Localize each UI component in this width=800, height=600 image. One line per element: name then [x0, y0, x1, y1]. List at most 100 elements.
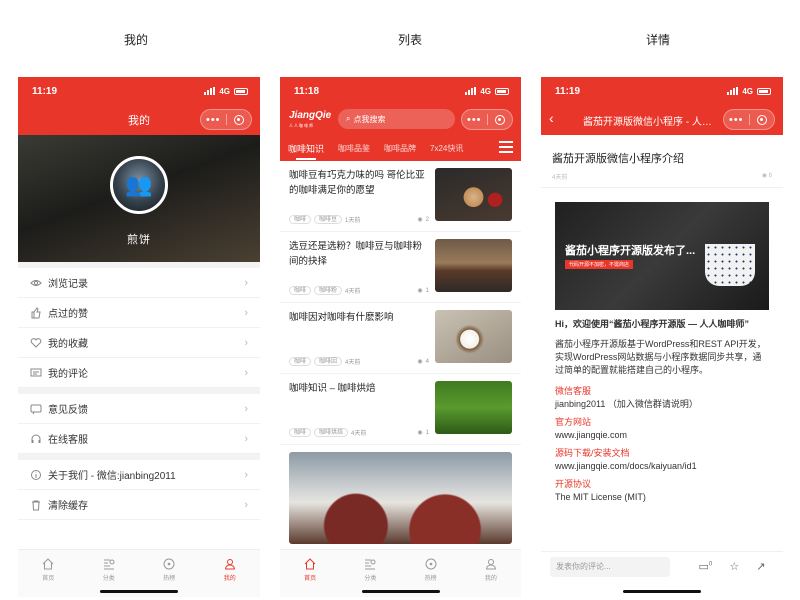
menu-support[interactable]: 在线客服 ›	[18, 424, 260, 454]
network-label: 4G	[742, 86, 753, 96]
profile-header: 👥 煎饼	[18, 135, 260, 262]
battery-icon	[757, 87, 771, 95]
more-icon[interactable]: •••	[724, 114, 749, 125]
list-item[interactable]: 咖啡知识 – 咖啡烘焙 咖啡 咖啡烘焙 4天前 ◉ 1	[280, 374, 521, 445]
menu-comments[interactable]: 我的评论 ›	[18, 358, 260, 388]
headset-icon	[30, 433, 42, 445]
user-icon	[224, 559, 235, 570]
home-icon	[42, 558, 54, 570]
miniprogram-capsule[interactable]: •••	[723, 109, 775, 130]
menu-feedback[interactable]: 意见反馈 ›	[18, 394, 260, 424]
thumbnail-image	[435, 381, 512, 434]
nav-bar: 我的 •••	[18, 105, 260, 135]
profile-menu: 浏览记录 › 点过的赞 › 我的收藏 › 我的评论 ›	[18, 268, 260, 388]
views-icon: ◉	[761, 173, 769, 179]
star-icon[interactable]: ☆	[729, 560, 739, 573]
phone-profile: 11:19 4G 我的 ••• 👥 煎饼 浏览记录 › 点过的赞 › 我的收藏 › 我…	[18, 77, 260, 597]
status-time: 11:19	[32, 85, 58, 97]
user-icon	[485, 559, 496, 570]
thumbnail-image	[435, 310, 512, 363]
caption-profile: 我的	[123, 33, 148, 47]
chevron-right-icon: ›	[244, 306, 248, 319]
hot-icon	[425, 558, 437, 570]
tab-home[interactable]: 首页	[280, 550, 340, 597]
status-bar: 11:19 4G	[18, 77, 260, 105]
comment-count-button[interactable]: ▭0	[699, 560, 713, 573]
article-content: Hi，欢迎使用“酱茄小程序开源版 — 人人咖啡师” 酱茄小程序开源版基于Word…	[555, 319, 766, 502]
home-indicator	[362, 590, 440, 593]
menu-likes[interactable]: 点过的赞 ›	[18, 298, 260, 328]
menu-icon[interactable]	[499, 141, 513, 153]
caption-detail: 详情	[645, 33, 670, 47]
views-icon: ◉	[417, 430, 423, 436]
caption-list: 列表	[397, 33, 422, 47]
share-icon[interactable]: ↗	[756, 560, 765, 573]
comment-icon: ▭	[698, 561, 709, 573]
category-tab[interactable]: 咖啡品鉴	[338, 143, 370, 154]
close-miniprogram-icon[interactable]	[488, 114, 513, 125]
menu-clear-cache[interactable]: 清除缓存 ›	[18, 490, 260, 520]
miniprogram-capsule[interactable]: •••	[461, 109, 513, 130]
list-item[interactable]: 选豆还是选粉？咖啡豆与咖啡粉间的抉择 咖啡 咖啡粉 4天前 ◉ 1	[280, 232, 521, 303]
heart-icon	[30, 337, 42, 349]
home-icon	[304, 558, 316, 570]
phone-list: 11:18 4G JiangQie 人人咖啡师 ⌕ 点我搜索 ••• 咖啡知识 咖啡…	[280, 77, 521, 597]
nav-title: 我的	[128, 115, 150, 127]
chevron-right-icon: ›	[244, 498, 248, 511]
category-tabs: 咖啡知识 咖啡品鉴 咖啡品牌 7x24快讯	[280, 135, 521, 161]
menu-history[interactable]: 浏览记录 ›	[18, 268, 260, 298]
article-title: 酱茄开源版微信小程序介绍	[552, 153, 684, 165]
signal-icon	[465, 87, 477, 95]
list-item[interactable]: 咖啡因对咖啡有什麽影响 咖啡 咖啡因 4天前 ◉ 4	[280, 303, 521, 374]
miniprogram-capsule[interactable]: •••	[200, 109, 252, 130]
battery-icon	[234, 87, 248, 95]
menu-about[interactable]: 关于我们 - 微信:jianbing2011 ›	[18, 460, 260, 490]
tab-home[interactable]: 首页	[18, 550, 79, 597]
trash-icon	[30, 499, 42, 511]
home-indicator	[623, 590, 701, 593]
nav-bar: ‹ 酱茄开源版微信小程序 - 人人咖啡师 •••	[541, 105, 783, 135]
list-item[interactable]: 咖啡豆有巧克力味的吗 哥伦比亚的咖啡满足你的愿望 咖啡 咖啡豆 1天前 ◉ 2	[280, 161, 521, 232]
chevron-right-icon: ›	[244, 276, 248, 289]
comment-icon	[30, 367, 42, 379]
more-icon[interactable]: •••	[462, 114, 487, 125]
nav-bar: JiangQie 人人咖啡师 ⌕ 点我搜索 •••	[280, 105, 521, 135]
coffee-cup-illustration	[705, 244, 755, 286]
category-tab[interactable]: 咖啡品牌	[384, 143, 416, 154]
thumbnail-image	[435, 168, 512, 221]
network-label: 4G	[480, 86, 491, 96]
phone-detail: 11:19 4G ‹ 酱茄开源版微信小程序 - 人人咖啡师 ••• 酱茄开源版微…	[541, 77, 783, 597]
close-miniprogram-icon[interactable]	[750, 114, 775, 125]
category-tab[interactable]: 7x24快讯	[430, 143, 463, 154]
menu-favorites[interactable]: 我的收藏 ›	[18, 328, 260, 358]
feedback-icon	[30, 403, 42, 415]
battery-icon	[495, 87, 509, 95]
chevron-right-icon: ›	[244, 468, 248, 481]
logo: JiangQie 人人咖啡师	[289, 110, 332, 129]
username: 煎饼	[127, 234, 151, 246]
views-icon: ◉	[417, 288, 423, 294]
comment-bar: 发表你的评论... ▭0 ☆ ↗	[541, 551, 783, 581]
chevron-right-icon: ›	[244, 402, 248, 415]
views-icon: ◉	[417, 217, 423, 223]
avatar[interactable]: 👥	[110, 156, 168, 214]
chevron-right-icon: ›	[244, 366, 248, 379]
featured-image[interactable]	[289, 452, 512, 544]
thumbs-up-icon	[30, 306, 42, 319]
network-label: 4G	[219, 86, 230, 96]
search-box[interactable]: ⌕ 点我搜索	[338, 109, 455, 129]
tab-mine[interactable]: 我的	[200, 550, 261, 597]
more-icon[interactable]: •••	[201, 114, 226, 125]
article-list: 咖啡豆有巧克力味的吗 哥伦比亚的咖啡满足你的愿望 咖啡 咖啡豆 1天前 ◉ 2 选豆还是选…	[280, 161, 521, 544]
chevron-right-icon: ›	[244, 432, 248, 445]
info-icon	[30, 469, 42, 481]
status-time: 11:18	[294, 85, 320, 97]
home-indicator	[100, 590, 178, 593]
status-time: 11:19	[555, 85, 581, 97]
views-icon: ◉	[417, 359, 423, 365]
category-tab[interactable]: 咖啡知识	[288, 142, 324, 160]
article-banner-image: 酱茄小程序开源版发布了... 代码开源不加密，不需商店	[555, 202, 769, 310]
tab-mine[interactable]: 我的	[461, 550, 521, 597]
close-miniprogram-icon[interactable]	[227, 114, 252, 125]
comment-input[interactable]: 发表你的评论...	[550, 556, 670, 577]
